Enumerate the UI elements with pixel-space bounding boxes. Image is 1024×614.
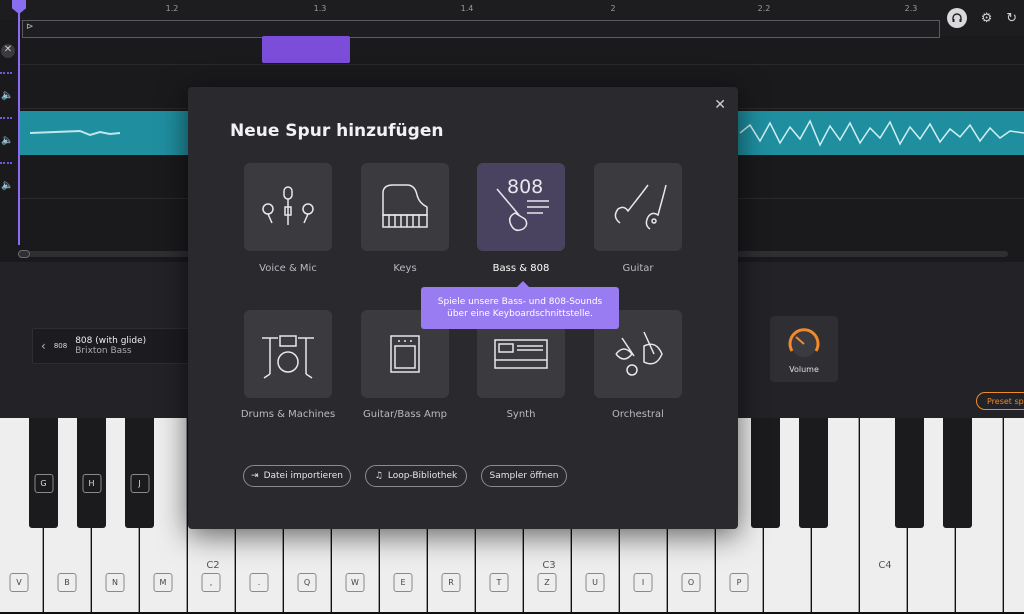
close-icon[interactable]: ✕: [714, 97, 726, 113]
knob-label: Volume: [789, 365, 819, 374]
timeline-ruler[interactable]: 1.2 1.3 1.4 2 2.2 2.3: [0, 0, 940, 21]
ruler-tick: 1.3: [313, 4, 327, 13]
bass-guitar-icon: 808: [496, 176, 549, 232]
key-shortcut-label: G: [34, 474, 53, 493]
preset-tag: 808: [53, 342, 68, 350]
piano-icon: [382, 184, 428, 228]
black-key[interactable]: J: [125, 418, 154, 528]
track-row[interactable]: [18, 20, 1024, 65]
playhead[interactable]: [18, 0, 20, 245]
track-menu-dots[interactable]: [0, 72, 12, 76]
black-key[interactable]: H: [77, 418, 106, 528]
key-shortcut-label: P: [729, 573, 749, 592]
speaker-mute-icon[interactable]: 🔈: [1, 180, 15, 194]
track-menu-dots[interactable]: [0, 117, 12, 121]
preset-text: 808 (with glide) Brixton Bass: [75, 336, 146, 356]
track-controls-column: ✕ 🔈 🔈 🔈: [0, 20, 18, 245]
ruler-tick: 2.2: [757, 4, 771, 13]
ruler-tick: 1.2: [165, 4, 179, 13]
tile-bass-808[interactable]: 808: [477, 163, 565, 251]
mute-icon[interactable]: ✕: [1, 44, 15, 58]
add-track-dialog: Neue Spur hinzufügen ✕ Voice & Mic Keys …: [188, 87, 738, 529]
scrollbar-thumb[interactable]: [18, 250, 30, 258]
key-shortcut-label: J: [130, 474, 149, 493]
key-shortcut-label: .: [249, 573, 269, 592]
key-shortcut-label: ,: [201, 573, 221, 592]
tooltip: Spiele unsere Bass- und 808-Sounds über …: [421, 281, 619, 329]
dialog-title: Neue Spur hinzufügen: [230, 121, 444, 141]
black-key[interactable]: [751, 418, 780, 528]
tile-keys[interactable]: [361, 163, 449, 251]
loop-library-label: Loop-Bibliothek: [387, 471, 458, 481]
key-shortcut-label: E: [393, 573, 413, 592]
ruler-tick: 1.4: [460, 4, 474, 13]
black-key[interactable]: [895, 418, 924, 528]
tile-voice-mic[interactable]: [244, 163, 332, 251]
key-shortcut-label: R: [441, 573, 461, 592]
guitar-icon: [614, 184, 667, 230]
midi-clip[interactable]: [262, 36, 350, 63]
preset-save-button[interactable]: Preset sp: [976, 392, 1024, 410]
ruler-tick: 2.3: [904, 4, 918, 13]
key-shortcut-label: H: [82, 474, 101, 493]
key-shortcut-label: T: [489, 573, 509, 592]
open-sampler-button[interactable]: Sampler öffnen: [481, 465, 567, 487]
octave-label: C4: [878, 560, 892, 571]
black-key[interactable]: G: [29, 418, 58, 528]
speaker-mute-icon[interactable]: 🔈: [1, 90, 15, 104]
import-icon: ⇥: [251, 471, 259, 481]
black-key[interactable]: [943, 418, 972, 528]
preset-name: 808 (with glide): [75, 336, 147, 346]
track-menu-dots[interactable]: [0, 162, 12, 166]
ruler-tick: 2: [610, 4, 616, 13]
key-shortcut-label: W: [345, 573, 365, 592]
volume-knob-icon[interactable]: [784, 324, 824, 364]
key-shortcut-label: Z: [537, 573, 557, 592]
black-key[interactable]: [799, 418, 828, 528]
volume-knob-card[interactable]: Volume: [770, 316, 838, 382]
sampler-label: Sampler öffnen: [489, 471, 559, 481]
key-shortcut-label: N: [105, 573, 125, 592]
key-shortcut-label: O: [681, 573, 701, 592]
chevron-left-icon[interactable]: ‹: [41, 339, 46, 353]
tile-drums[interactable]: [244, 310, 332, 398]
import-file-button[interactable]: ⇥ Datei importieren: [243, 465, 351, 487]
key-shortcut-label: Q: [297, 573, 317, 592]
speaker-mute-icon[interactable]: 🔈: [1, 135, 15, 149]
octave-label: C3: [542, 560, 556, 571]
import-label: Datei importieren: [263, 471, 343, 481]
music-note-icon: ♫: [374, 471, 383, 481]
preset-subtitle: Brixton Bass: [75, 346, 132, 356]
tile-label: Guitar: [622, 263, 654, 274]
tile-label: Orchestral: [612, 409, 664, 420]
key-shortcut-label: B: [57, 573, 77, 592]
drums-icon: [262, 335, 314, 379]
preset-selector[interactable]: ‹ 808 808 (with glide) Brixton Bass: [32, 328, 190, 364]
loop-library-button[interactable]: ♫ Loop-Bibliothek: [365, 465, 467, 487]
white-key[interactable]: [1004, 418, 1024, 612]
octave-label: C2: [206, 560, 220, 571]
microphone-icon: [262, 186, 314, 225]
tile-guitar[interactable]: [594, 163, 682, 251]
808-badge: 808: [507, 176, 543, 198]
key-shortcut-label: I: [633, 573, 653, 592]
key-shortcut-label: U: [585, 573, 605, 592]
key-shortcut-label: M: [153, 573, 173, 592]
key-shortcut-label: V: [9, 573, 29, 592]
